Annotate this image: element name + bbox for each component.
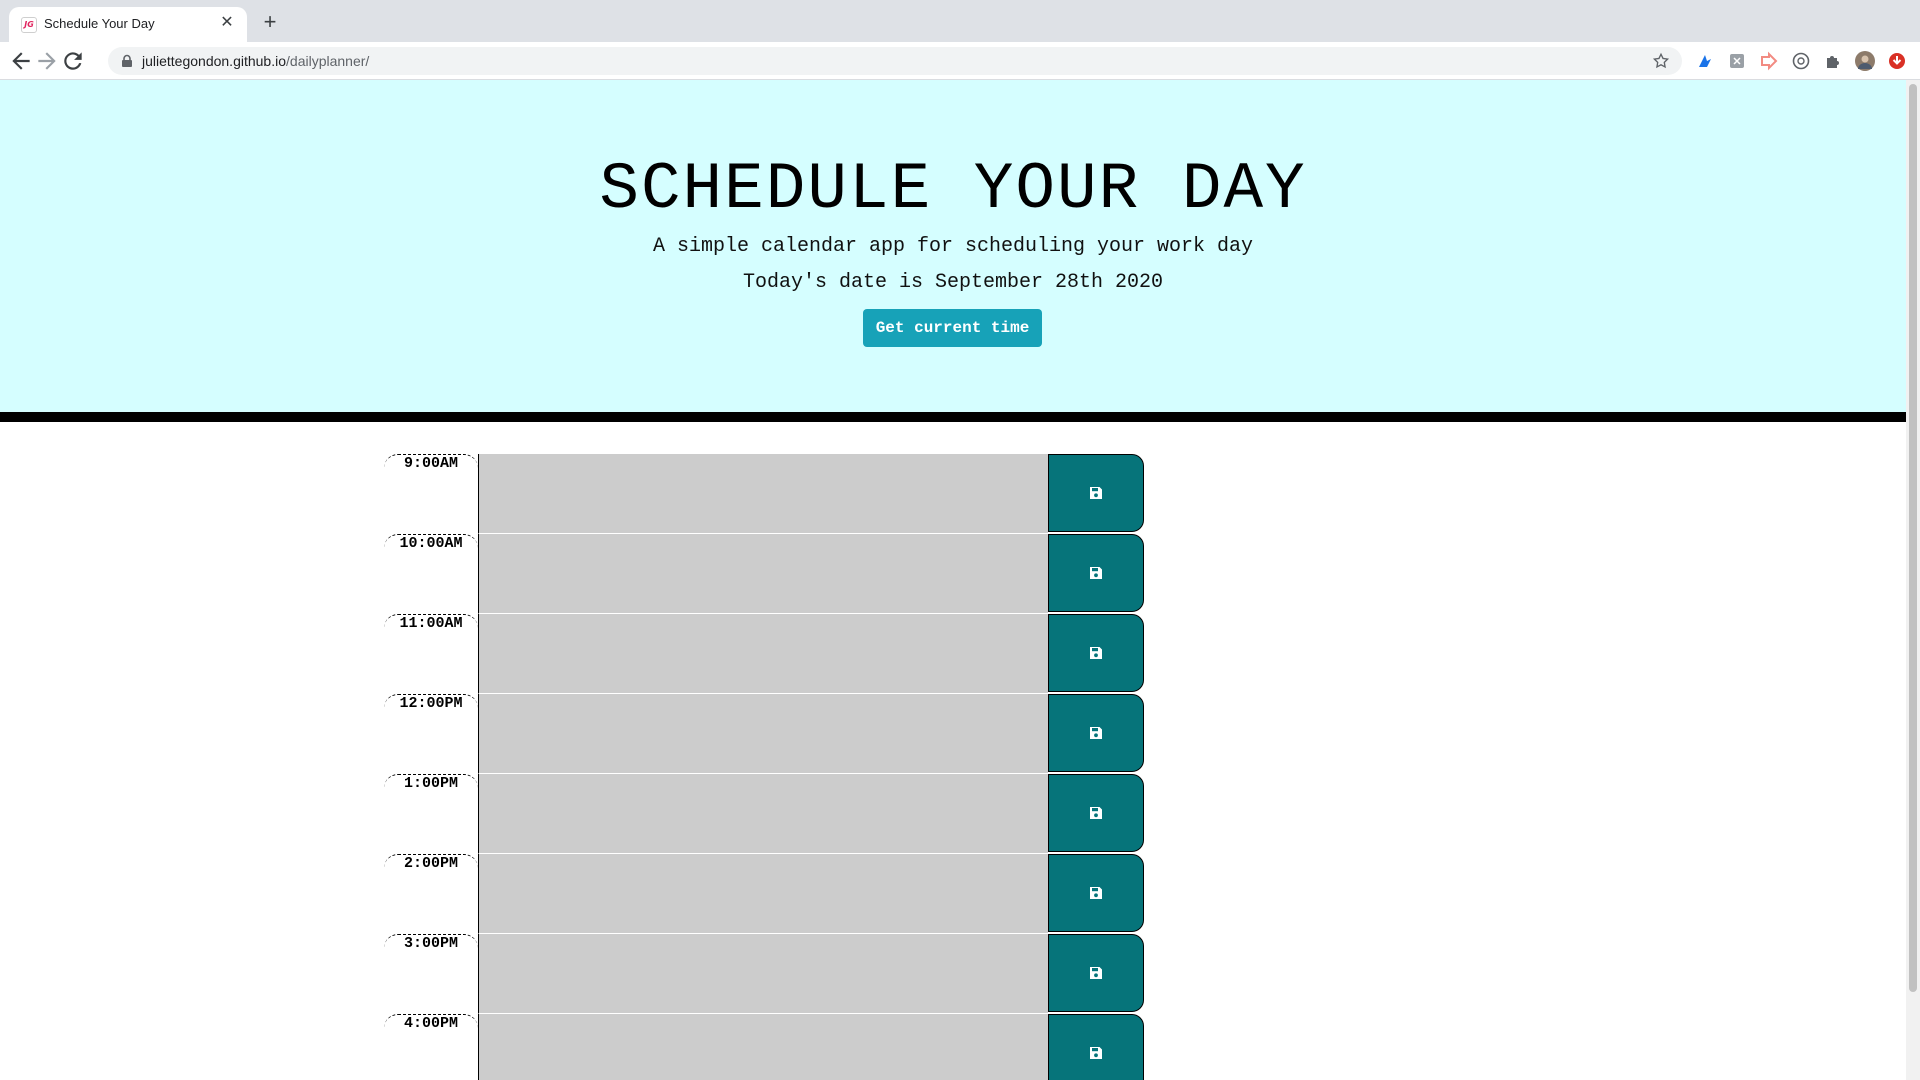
- description-textarea[interactable]: [478, 934, 1048, 1014]
- save-button[interactable]: [1048, 854, 1144, 932]
- description-textarea[interactable]: [478, 694, 1048, 774]
- save-button[interactable]: [1048, 534, 1144, 612]
- reload-icon[interactable]: [60, 48, 86, 74]
- save-button[interactable]: [1048, 614, 1144, 692]
- lock-icon[interactable]: [120, 54, 134, 68]
- description-textarea[interactable]: [478, 454, 1048, 534]
- save-floppy-icon: [1090, 727, 1102, 739]
- hour-label: 11:00AM: [399, 615, 463, 632]
- update-menu-icon[interactable]: [1887, 51, 1907, 71]
- page-viewport: SCHEDULE YOUR DAY A simple calendar app …: [0, 80, 1906, 1080]
- hour-cell: 1:00PM: [384, 774, 478, 854]
- description-textarea[interactable]: [478, 774, 1048, 854]
- bookmark-star-icon[interactable]: [1652, 52, 1670, 70]
- extension-circle-icon[interactable]: [1791, 51, 1811, 71]
- url-path: /dailyplanner/: [286, 53, 370, 69]
- hour-label: 3:00PM: [403, 935, 458, 952]
- forward-arrow-icon[interactable]: [34, 48, 60, 74]
- extension-grey-icon[interactable]: [1727, 51, 1747, 71]
- url-text: juliettegondon.github.io/dailyplanner/: [142, 53, 369, 69]
- profile-avatar-icon[interactable]: [1855, 51, 1875, 71]
- description-textarea[interactable]: [478, 854, 1048, 934]
- description-textarea[interactable]: [478, 1014, 1048, 1080]
- time-block-row: 10:00AM: [384, 534, 1144, 614]
- hour-cell: 12:00PM: [384, 694, 478, 774]
- time-block-row: 3:00PM: [384, 934, 1144, 1014]
- hour-label: 12:00PM: [399, 695, 463, 712]
- save-button[interactable]: [1048, 694, 1144, 772]
- save-floppy-icon: [1090, 487, 1102, 499]
- hour-cell: 4:00PM: [384, 1014, 478, 1080]
- header-jumbotron: SCHEDULE YOUR DAY A simple calendar app …: [0, 80, 1906, 422]
- save-button[interactable]: [1048, 1014, 1144, 1080]
- time-block-row: 11:00AM: [384, 614, 1144, 694]
- save-button[interactable]: [1048, 934, 1144, 1012]
- save-floppy-icon: [1090, 887, 1102, 899]
- hour-label: 4:00PM: [403, 1015, 458, 1032]
- save-floppy-icon: [1090, 807, 1102, 819]
- save-button[interactable]: [1048, 454, 1144, 532]
- save-floppy-icon: [1090, 1047, 1102, 1059]
- planner: 9:00AM 10:00AM 11:00AM 12:00PM 1:00PM 2:…: [384, 454, 1144, 1080]
- extension-red-arrow-icon[interactable]: [1759, 51, 1779, 71]
- favicon-icon: JG: [21, 17, 37, 33]
- time-block-row: 9:00AM: [384, 454, 1144, 534]
- description-textarea[interactable]: [478, 614, 1048, 694]
- save-floppy-icon: [1090, 567, 1102, 579]
- hour-cell: 9:00AM: [384, 454, 478, 534]
- time-block-row: 4:00PM: [384, 1014, 1144, 1080]
- save-button[interactable]: [1048, 774, 1144, 852]
- back-arrow-icon[interactable]: [8, 48, 34, 74]
- close-tab-icon[interactable]: ✕: [217, 13, 237, 33]
- hour-label: 9:00AM: [403, 455, 458, 472]
- hour-cell: 3:00PM: [384, 934, 478, 1014]
- get-current-time-button[interactable]: Get current time: [863, 309, 1042, 347]
- new-tab-icon[interactable]: +: [258, 10, 282, 34]
- hour-label: 10:00AM: [399, 535, 463, 552]
- hour-label: 2:00PM: [403, 855, 458, 872]
- hour-cell: 2:00PM: [384, 854, 478, 934]
- time-block-row: 12:00PM: [384, 694, 1144, 774]
- hour-cell: 10:00AM: [384, 534, 478, 614]
- browser-toolbar: juliettegondon.github.io/dailyplanner/: [0, 42, 1920, 80]
- description-textarea[interactable]: [478, 534, 1048, 614]
- scrollbar-thumb[interactable]: [1909, 84, 1917, 992]
- hour-cell: 11:00AM: [384, 614, 478, 694]
- browser-tabstrip: JG Schedule Your Day ✕ +: [0, 0, 1920, 42]
- time-block-row: 2:00PM: [384, 854, 1144, 934]
- browser-tab[interactable]: JG Schedule Your Day ✕: [9, 7, 247, 42]
- hour-label: 1:00PM: [403, 775, 458, 792]
- address-bar[interactable]: juliettegondon.github.io/dailyplanner/: [108, 47, 1682, 75]
- url-host: juliettegondon.github.io: [142, 53, 287, 69]
- extensions-puzzle-icon[interactable]: [1823, 51, 1843, 71]
- save-floppy-icon: [1090, 647, 1102, 659]
- extension-blue-icon[interactable]: [1695, 51, 1715, 71]
- page-title: SCHEDULE YOUR DAY: [599, 152, 1307, 227]
- current-date: Today's date is September 28th 2020: [742, 271, 1164, 294]
- time-block-row: 1:00PM: [384, 774, 1144, 854]
- page-subtitle: A simple calendar app for scheduling you…: [652, 235, 1254, 258]
- tab-title: Schedule Your Day: [44, 16, 155, 31]
- save-floppy-icon: [1090, 967, 1102, 979]
- page-scrollbar[interactable]: [1906, 80, 1920, 1080]
